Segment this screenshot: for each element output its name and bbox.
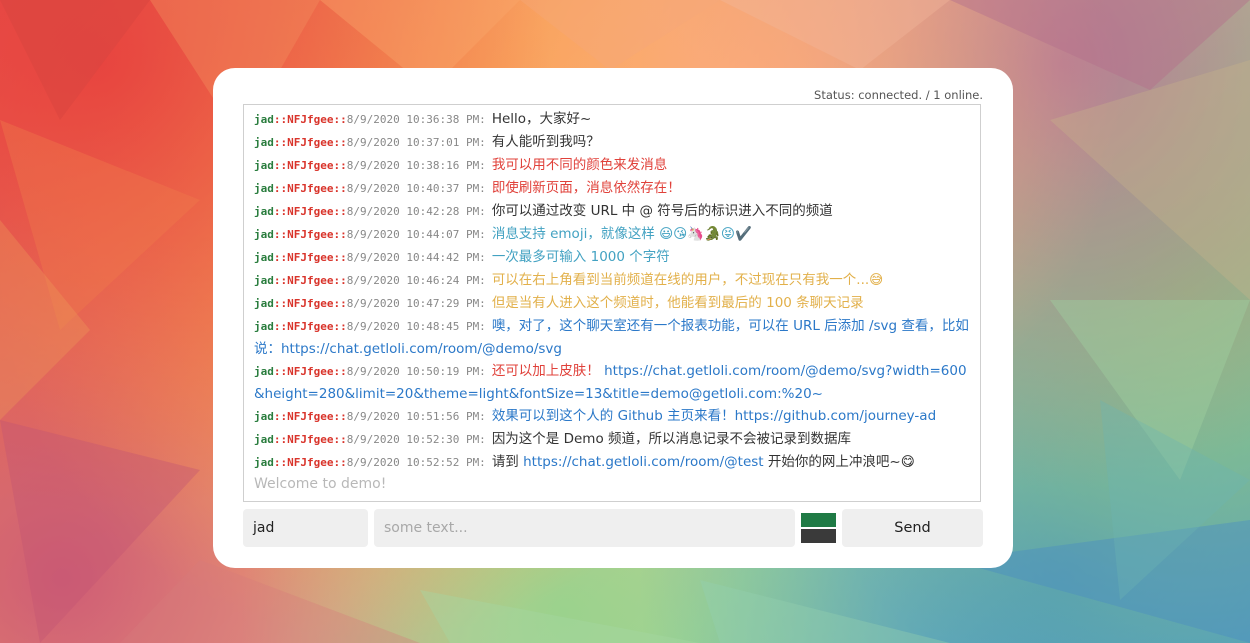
chat-message: jad::NFJfgee::8/9/2020 10:44:07 PM: 消息支持 … [254, 223, 970, 246]
message-meta: jad::NFJfgee::8/9/2020 10:46:24 PM: [254, 274, 486, 287]
message-text: 因为这个是 Demo 频道，所以消息记录不会被记录到数据库 [491, 431, 852, 447]
message-author: jad [254, 274, 274, 287]
message-timestamp: 8/9/2020 10:44:07 PM: [346, 228, 486, 241]
message-room: ::NFJfgee:: [273, 251, 347, 264]
message-text: 一次最多可输入 1000 个字符 [491, 249, 670, 265]
message-meta: jad::NFJfgee::8/9/2020 10:37:01 PM: [254, 136, 486, 149]
message-author: jad [254, 136, 274, 149]
chat-message: jad::NFJfgee::8/9/2020 10:48:45 PM: 噢，对了，… [254, 315, 970, 360]
message-text: 消息支持 emoji，就像这样 😃😘🦄🐊😝✔️ [491, 226, 752, 242]
message-timestamp: 8/9/2020 10:50:19 PM: [346, 365, 486, 378]
message-text: 效果可以到这个人的 Github 主页来看！https://github.com… [491, 408, 937, 424]
message-room: ::NFJfgee:: [273, 205, 347, 218]
message-author: jad [254, 320, 274, 333]
message-meta: jad::NFJfgee::8/9/2020 10:51:56 PM: [254, 410, 486, 423]
message-timestamp: 8/9/2020 10:47:29 PM: [346, 297, 486, 310]
send-button[interactable]: Send [842, 509, 983, 547]
message-room: ::NFJfgee:: [273, 274, 347, 287]
message-text: 但是当有人进入这个频道时，他能看到最后的 100 条聊天记录 [491, 295, 864, 311]
message-text: 还可以加上皮肤！ [491, 363, 600, 379]
chat-message: jad::NFJfgee::8/9/2020 10:38:16 PM: 我可以用不… [254, 154, 970, 177]
message-timestamp: 8/9/2020 10:51:56 PM: [346, 410, 486, 423]
message-timestamp: 8/9/2020 10:42:28 PM: [346, 205, 486, 218]
message-room: ::NFJfgee:: [273, 297, 347, 310]
color-swatch-background[interactable] [801, 529, 836, 543]
chat-message: jad::NFJfgee::8/9/2020 10:50:19 PM: 还可以加上… [254, 360, 970, 405]
message-timestamp: 8/9/2020 10:44:42 PM: [346, 251, 486, 264]
message-list[interactable]: jad::NFJfgee::8/9/2020 10:36:38 PM: Hello… [243, 104, 981, 502]
welcome-text: Welcome to demo! [254, 476, 387, 492]
message-text: 请到 [491, 454, 519, 470]
status-text: Status: connected. / 1 online. [814, 88, 983, 102]
color-swatch-text[interactable] [801, 513, 836, 527]
message-room: ::NFJfgee:: [273, 456, 347, 469]
message-text: 可以在右上角看到当前频道在线的用户，不过现在只有我一个...😅 [491, 272, 884, 288]
message-meta: jad::NFJfgee::8/9/2020 10:52:52 PM: [254, 456, 486, 469]
message-room: ::NFJfgee:: [273, 182, 347, 195]
message-room: ::NFJfgee:: [273, 320, 347, 333]
message-meta: jad::NFJfgee::8/9/2020 10:40:37 PM: [254, 182, 486, 195]
message-timestamp: 8/9/2020 10:37:01 PM: [346, 136, 486, 149]
message-text: 即使刷新页面，消息依然存在！ [491, 180, 681, 196]
message-meta: jad::NFJfgee::8/9/2020 10:44:42 PM: [254, 251, 486, 264]
message-author: jad [254, 410, 274, 423]
message-text: 有人能听到我吗？ [491, 134, 600, 150]
message-timestamp: 8/9/2020 10:36:38 PM: [346, 113, 486, 126]
message-author: jad [254, 456, 274, 469]
message-meta: jad::NFJfgee::8/9/2020 10:44:07 PM: [254, 228, 486, 241]
chat-message: jad::NFJfgee::8/9/2020 10:42:28 PM: 你可以通过… [254, 200, 970, 223]
chat-message: jad::NFJfgee::8/9/2020 10:46:24 PM: 可以在右上… [254, 269, 970, 292]
message-meta: jad::NFJfgee::8/9/2020 10:52:30 PM: [254, 433, 486, 446]
message-timestamp: 8/9/2020 10:40:37 PM: [346, 182, 486, 195]
message-room: ::NFJfgee:: [273, 433, 347, 446]
name-field[interactable]: jad [243, 509, 368, 547]
message-timestamp: 8/9/2020 10:52:30 PM: [346, 433, 486, 446]
message-meta: jad::NFJfgee::8/9/2020 10:38:16 PM: [254, 159, 486, 172]
message-author: jad [254, 251, 274, 264]
message-room: ::NFJfgee:: [273, 136, 347, 149]
message-author: jad [254, 113, 274, 126]
chat-message: jad::NFJfgee::8/9/2020 10:37:01 PM: 有人能听到… [254, 131, 970, 154]
message-room: ::NFJfgee:: [273, 228, 347, 241]
chat-message: jad::NFJfgee::8/9/2020 10:47:29 PM: 但是当有人… [254, 292, 970, 315]
message-room: ::NFJfgee:: [273, 365, 347, 378]
message-author: jad [254, 182, 274, 195]
chat-message: jad::NFJfgee::8/9/2020 10:51:56 PM: 效果可以到… [254, 405, 970, 428]
message-text: Hello，大家好~ [491, 111, 592, 127]
message-meta: jad::NFJfgee::8/9/2020 10:48:45 PM: [254, 320, 486, 333]
chat-message: jad::NFJfgee::8/9/2020 10:40:37 PM: 即使刷新页… [254, 177, 970, 200]
message-author: jad [254, 433, 274, 446]
chat-panel: Status: connected. / 1 online. jad::NFJf… [213, 68, 1013, 568]
message-author: jad [254, 297, 274, 310]
message-author: jad [254, 228, 274, 241]
message-input[interactable] [374, 509, 795, 547]
message-timestamp: 8/9/2020 10:46:24 PM: [346, 274, 486, 287]
message-room: ::NFJfgee:: [273, 113, 347, 126]
chat-message: jad::NFJfgee::8/9/2020 10:52:30 PM: 因为这个是… [254, 428, 970, 451]
chat-message: jad::NFJfgee::8/9/2020 10:36:38 PM: Hello… [254, 108, 970, 131]
message-meta: jad::NFJfgee::8/9/2020 10:42:28 PM: [254, 205, 486, 218]
message-author: jad [254, 205, 274, 218]
message-meta: jad::NFJfgee::8/9/2020 10:36:38 PM: [254, 113, 486, 126]
message-author: jad [254, 159, 274, 172]
message-text: 我可以用不同的颜色来发消息 [491, 157, 668, 173]
message-text: 你可以通过改变 URL 中 @ 符号后的标识进入不同的频道 [491, 203, 833, 219]
chat-message: jad::NFJfgee::8/9/2020 10:52:52 PM: 请到 ht… [254, 451, 970, 474]
message-timestamp: 8/9/2020 10:48:45 PM: [346, 320, 486, 333]
message-meta: jad::NFJfgee::8/9/2020 10:47:29 PM: [254, 297, 486, 310]
chat-message: jad::NFJfgee::8/9/2020 10:44:42 PM: 一次最多可… [254, 246, 970, 269]
message-link[interactable]: https://chat.getloli.com/room/@test [523, 454, 763, 470]
message-suffix: 开始你的网上冲浪吧~😋 [767, 454, 915, 470]
message-timestamp: 8/9/2020 10:38:16 PM: [346, 159, 486, 172]
message-timestamp: 8/9/2020 10:52:52 PM: [346, 456, 486, 469]
message-room: ::NFJfgee:: [273, 410, 347, 423]
message-room: ::NFJfgee:: [273, 159, 347, 172]
message-author: jad [254, 365, 274, 378]
message-meta: jad::NFJfgee::8/9/2020 10:50:19 PM: [254, 365, 486, 378]
